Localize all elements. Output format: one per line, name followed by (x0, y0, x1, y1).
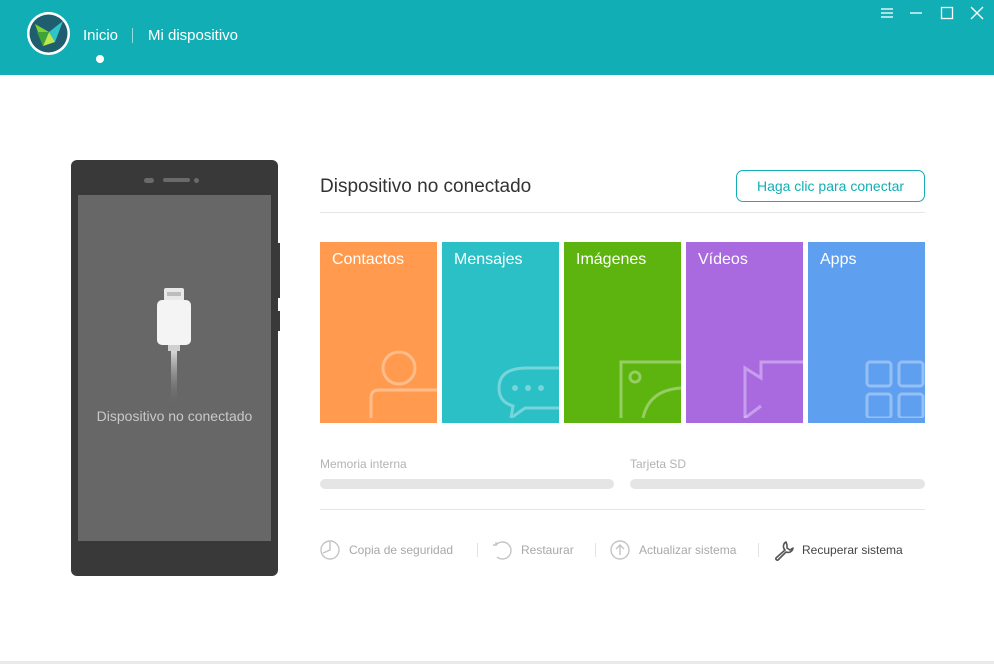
tile-label: Vídeos (698, 251, 748, 268)
action-separator (758, 543, 759, 557)
person-icon (367, 348, 437, 423)
action-separator (595, 543, 596, 557)
menu-icon[interactable] (878, 4, 896, 22)
phone-camera (194, 178, 199, 183)
tile-mensajes[interactable]: Mensajes (442, 242, 559, 423)
tile-videos[interactable]: Vídeos (686, 242, 803, 423)
tile-imagenes[interactable]: Imágenes (564, 242, 681, 423)
connect-button[interactable]: Haga clic para conectar (736, 170, 925, 202)
phone-sensor (144, 178, 154, 183)
close-icon[interactable] (968, 4, 986, 22)
action-label: Recuperar sistema (802, 543, 903, 557)
image-icon (619, 360, 681, 423)
phone-side-button (277, 311, 280, 331)
wrench-icon (772, 539, 794, 561)
nav-tab-inicio[interactable]: Inicio (83, 27, 118, 44)
storage-label-internal: Memoria interna (320, 457, 407, 471)
tile-label: Apps (820, 251, 857, 268)
action-separator (477, 543, 478, 557)
tile-contactos[interactable]: Contactos (320, 242, 437, 423)
phone-side-button (277, 243, 280, 298)
usb-cable-icon (156, 288, 192, 413)
divider (320, 212, 925, 213)
phone-screen-status: Dispositivo no conectado (96, 408, 253, 424)
storage-bar-internal (320, 479, 614, 489)
active-tab-indicator (96, 55, 104, 63)
nav-tab-mi-dispositivo[interactable]: Mi dispositivo (148, 27, 238, 44)
app-header: Inicio Mi dispositivo (0, 0, 994, 75)
nav-separator (132, 28, 133, 43)
tile-label: Imágenes (576, 251, 647, 268)
phone-speaker (163, 178, 190, 182)
app-logo-icon[interactable] (27, 12, 70, 55)
tile-label: Contactos (332, 251, 405, 268)
restore-button[interactable]: Restaurar (491, 539, 574, 561)
phone-screen: Dispositivo no conectado (78, 195, 271, 541)
restore-icon (491, 539, 513, 561)
storage-bar-sd (630, 479, 925, 489)
backup-button[interactable]: Copia de seguridad (319, 539, 453, 561)
apps-grid-icon (865, 360, 925, 423)
minimize-icon[interactable] (907, 4, 925, 22)
action-label: Restaurar (521, 543, 574, 557)
recover-system-button[interactable]: Recuperar sistema (772, 539, 903, 561)
chat-bubble-icon (497, 356, 559, 423)
action-label: Actualizar sistema (639, 543, 737, 557)
action-label: Copia de seguridad (349, 543, 454, 557)
update-icon (609, 539, 631, 561)
device-status-title: Dispositivo no conectado (320, 176, 532, 197)
tile-apps[interactable]: Apps (808, 242, 925, 423)
maximize-icon[interactable] (938, 4, 956, 22)
phone-illustration: Dispositivo no conectado (71, 160, 278, 576)
backup-icon (319, 539, 341, 561)
tile-label: Mensajes (454, 251, 523, 268)
storage-label-sd: Tarjeta SD (630, 457, 687, 471)
divider (320, 509, 925, 510)
update-system-button[interactable]: Actualizar sistema (609, 539, 736, 561)
video-icon (743, 360, 803, 423)
